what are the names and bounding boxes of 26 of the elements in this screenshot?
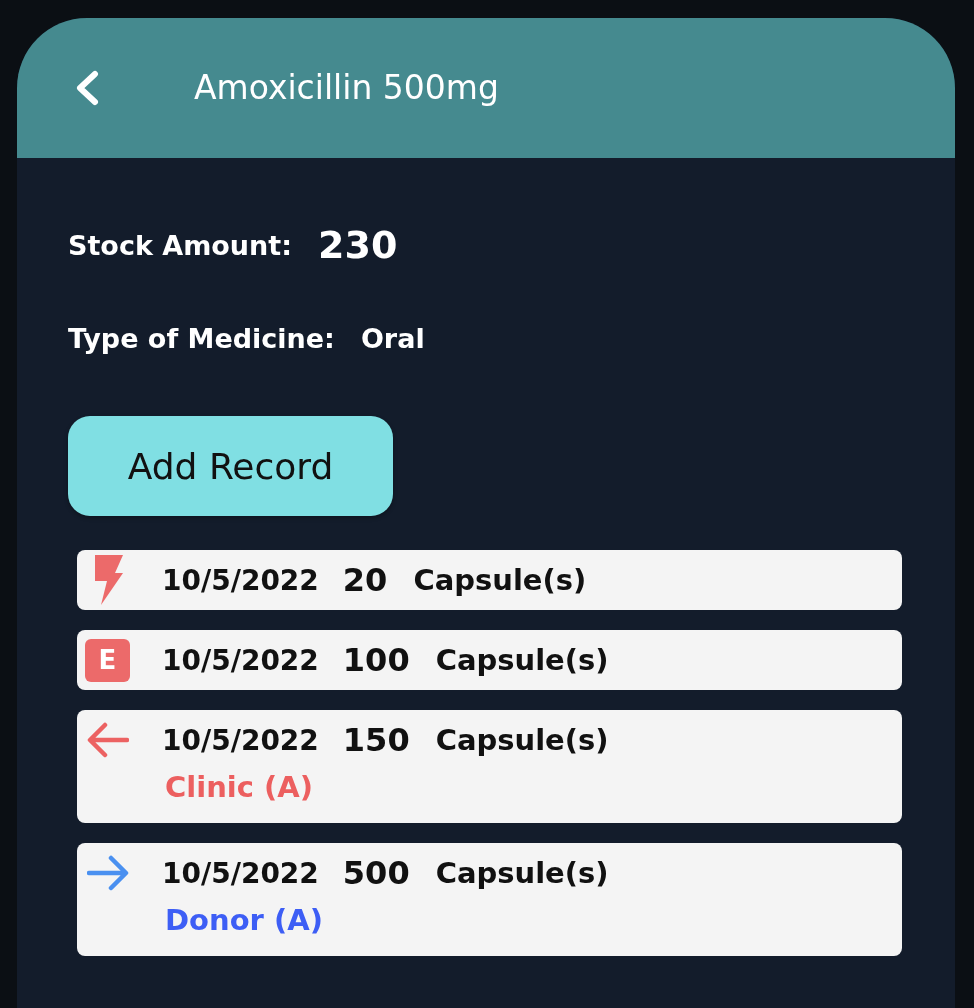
record-date: 10/5/2022 (162, 856, 319, 890)
record-amount: 500 (342, 854, 410, 892)
record-date: 10/5/2022 (162, 723, 319, 757)
record-card[interactable]: E 10/5/2022 100 Capsule(s) (77, 630, 902, 690)
record-card[interactable]: 10/5/2022 20 Capsule(s) (77, 550, 902, 610)
detail-label: Type of Medicine: (68, 322, 335, 354)
letter-badge: E (85, 638, 130, 682)
record-source: Donor (A) (165, 902, 323, 939)
detail-value: Oral (360, 322, 425, 354)
detail-value: 230 (318, 223, 398, 267)
record-date: 10/5/2022 (162, 643, 319, 677)
record-amount: 150 (342, 721, 410, 759)
record-unit: Capsule(s) (435, 856, 609, 890)
record-card[interactable]: 10/5/2022 500 Capsule(s) Donor (A) (77, 843, 902, 956)
add-record-button[interactable]: Add Record (68, 416, 393, 516)
record-unit: Capsule(s) (435, 723, 609, 757)
record-source: Clinic (A) (165, 769, 313, 806)
record-unit: Capsule(s) (413, 563, 587, 597)
chevron-left-icon (74, 70, 100, 106)
record-date: 10/5/2022 (162, 563, 319, 597)
record-unit: Capsule(s) (435, 643, 609, 677)
record-amount: 20 (342, 561, 388, 599)
detail-label: Stock Amount: (68, 229, 292, 261)
record-amount: 100 (342, 641, 410, 679)
record-card[interactable]: 10/5/2022 150 Capsule(s) Clinic (A) (77, 710, 902, 823)
screen-title: Amoxicillin 500mg (194, 67, 499, 109)
